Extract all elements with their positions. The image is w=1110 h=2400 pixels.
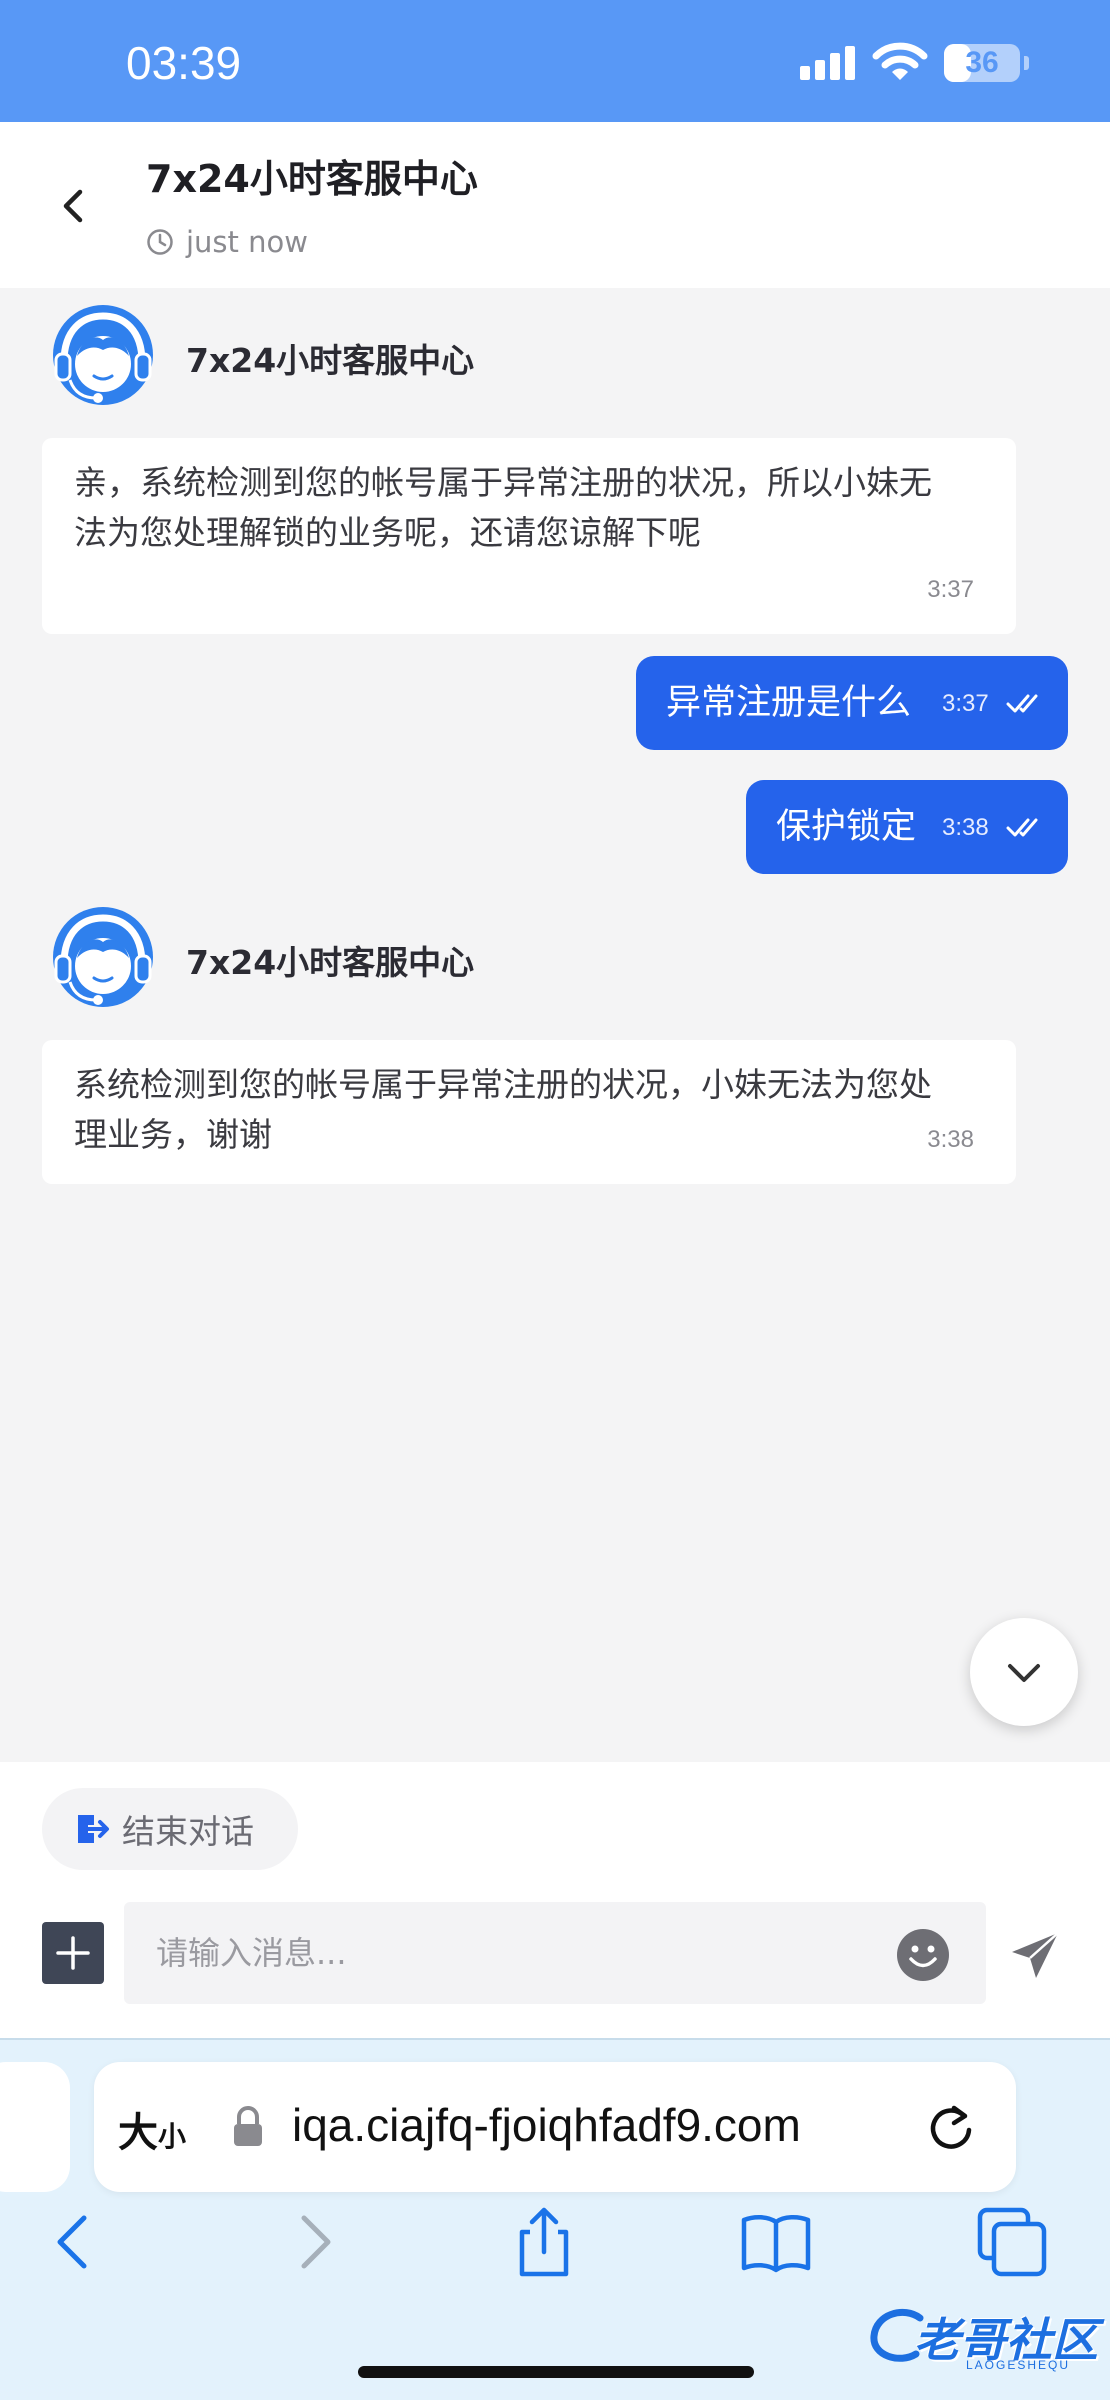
attach-button[interactable]	[42, 1922, 104, 1984]
scroll-down-button[interactable]	[970, 1618, 1078, 1726]
message-text: 保护锁定	[776, 807, 917, 847]
status-time: 03:39	[126, 37, 242, 89]
message-bubble-incoming: 系统检测到您的帐号属于异常注册的状况，小妹无法为您处理业务，谢谢 3:38	[42, 1040, 1016, 1184]
browser-forward-icon[interactable]	[278, 2206, 350, 2278]
last-seen: just now	[146, 222, 308, 262]
home-indicator	[358, 2366, 754, 2378]
message-input[interactable]	[124, 1902, 986, 2004]
message-text: 异常注册是什么	[666, 683, 912, 723]
message-bubble-incoming: 亲，系统检测到您的帐号属于异常注册的状况，所以小妹无法为您处理解锁的业务呢，还请…	[42, 438, 1016, 634]
url-text: iqa.ciajfq-fjoiqhfadf9.com	[292, 2099, 801, 2151]
message-time: 3:38	[927, 1126, 974, 1153]
back-icon[interactable]	[52, 184, 96, 228]
previous-tab[interactable]	[0, 2062, 70, 2192]
end-chat-label: 结束对话	[122, 1812, 254, 1851]
reload-icon[interactable]	[926, 2102, 976, 2152]
chat-header: 7x24小时客服中心 just now	[0, 122, 1110, 288]
bookmarks-icon[interactable]	[740, 2206, 812, 2278]
battery-percentage: 36	[965, 46, 999, 79]
double-check-icon	[1006, 694, 1038, 713]
emoji-icon[interactable]	[896, 1928, 950, 1982]
end-chat-button[interactable]: 结束对话	[42, 1788, 298, 1870]
agent-avatar	[53, 305, 153, 405]
double-check-icon	[1006, 818, 1038, 837]
address-bar[interactable]: 大小 iqa.ciajfq-fjoiqhfadf9.com	[94, 2062, 1016, 2192]
message-time: 3:38	[942, 814, 989, 841]
message-text: 亲，系统检测到您的帐号属于异常注册的状况，所以小妹无法为您处理解锁的业务呢，还请…	[74, 463, 932, 552]
send-icon[interactable]	[1008, 1928, 1064, 1984]
message-text: 系统检测到您的帐号属于异常注册的状况，小妹无法为您处理业务，谢谢	[74, 1065, 932, 1154]
sender-name: 7x24小时客服中心	[186, 341, 475, 380]
lock-icon	[234, 2106, 262, 2146]
exit-icon	[78, 1815, 109, 1843]
composer: 结束对话	[0, 1762, 1110, 2038]
agent-avatar	[53, 907, 153, 1007]
last-seen-text: just now	[186, 225, 308, 259]
cellular-signal-icon	[800, 46, 856, 80]
text-size-large: 大	[118, 2110, 158, 2156]
page-title: 7x24小时客服中心	[146, 157, 478, 201]
sender-name: 7x24小时客服中心	[186, 943, 475, 982]
tabs-icon[interactable]	[976, 2206, 1048, 2278]
text-size-small: 小	[158, 2120, 187, 2153]
share-icon[interactable]	[508, 2206, 580, 2278]
message-time: 3:37	[927, 576, 974, 603]
clock-icon	[147, 229, 173, 255]
watermark-subtext: LAOGESHEQU	[966, 2358, 1071, 2372]
plus-icon	[56, 1936, 90, 1970]
message-time: 3:37	[942, 690, 989, 717]
status-bar: 03:39 36	[0, 0, 1110, 122]
battery-icon: 36	[944, 44, 1020, 82]
text-size-button[interactable]: 大小	[118, 2100, 186, 2158]
wifi-icon	[872, 42, 928, 80]
watermark: 老哥社区 LAOGESHEQU	[870, 2300, 1100, 2372]
chevron-down-icon	[1008, 1664, 1040, 1682]
message-bubble-outgoing: 异常注册是什么 3:37	[636, 656, 1068, 750]
browser-back-icon[interactable]	[38, 2206, 110, 2278]
message-bubble-outgoing: 保护锁定 3:38	[746, 780, 1068, 874]
battery-tip	[1024, 56, 1029, 70]
